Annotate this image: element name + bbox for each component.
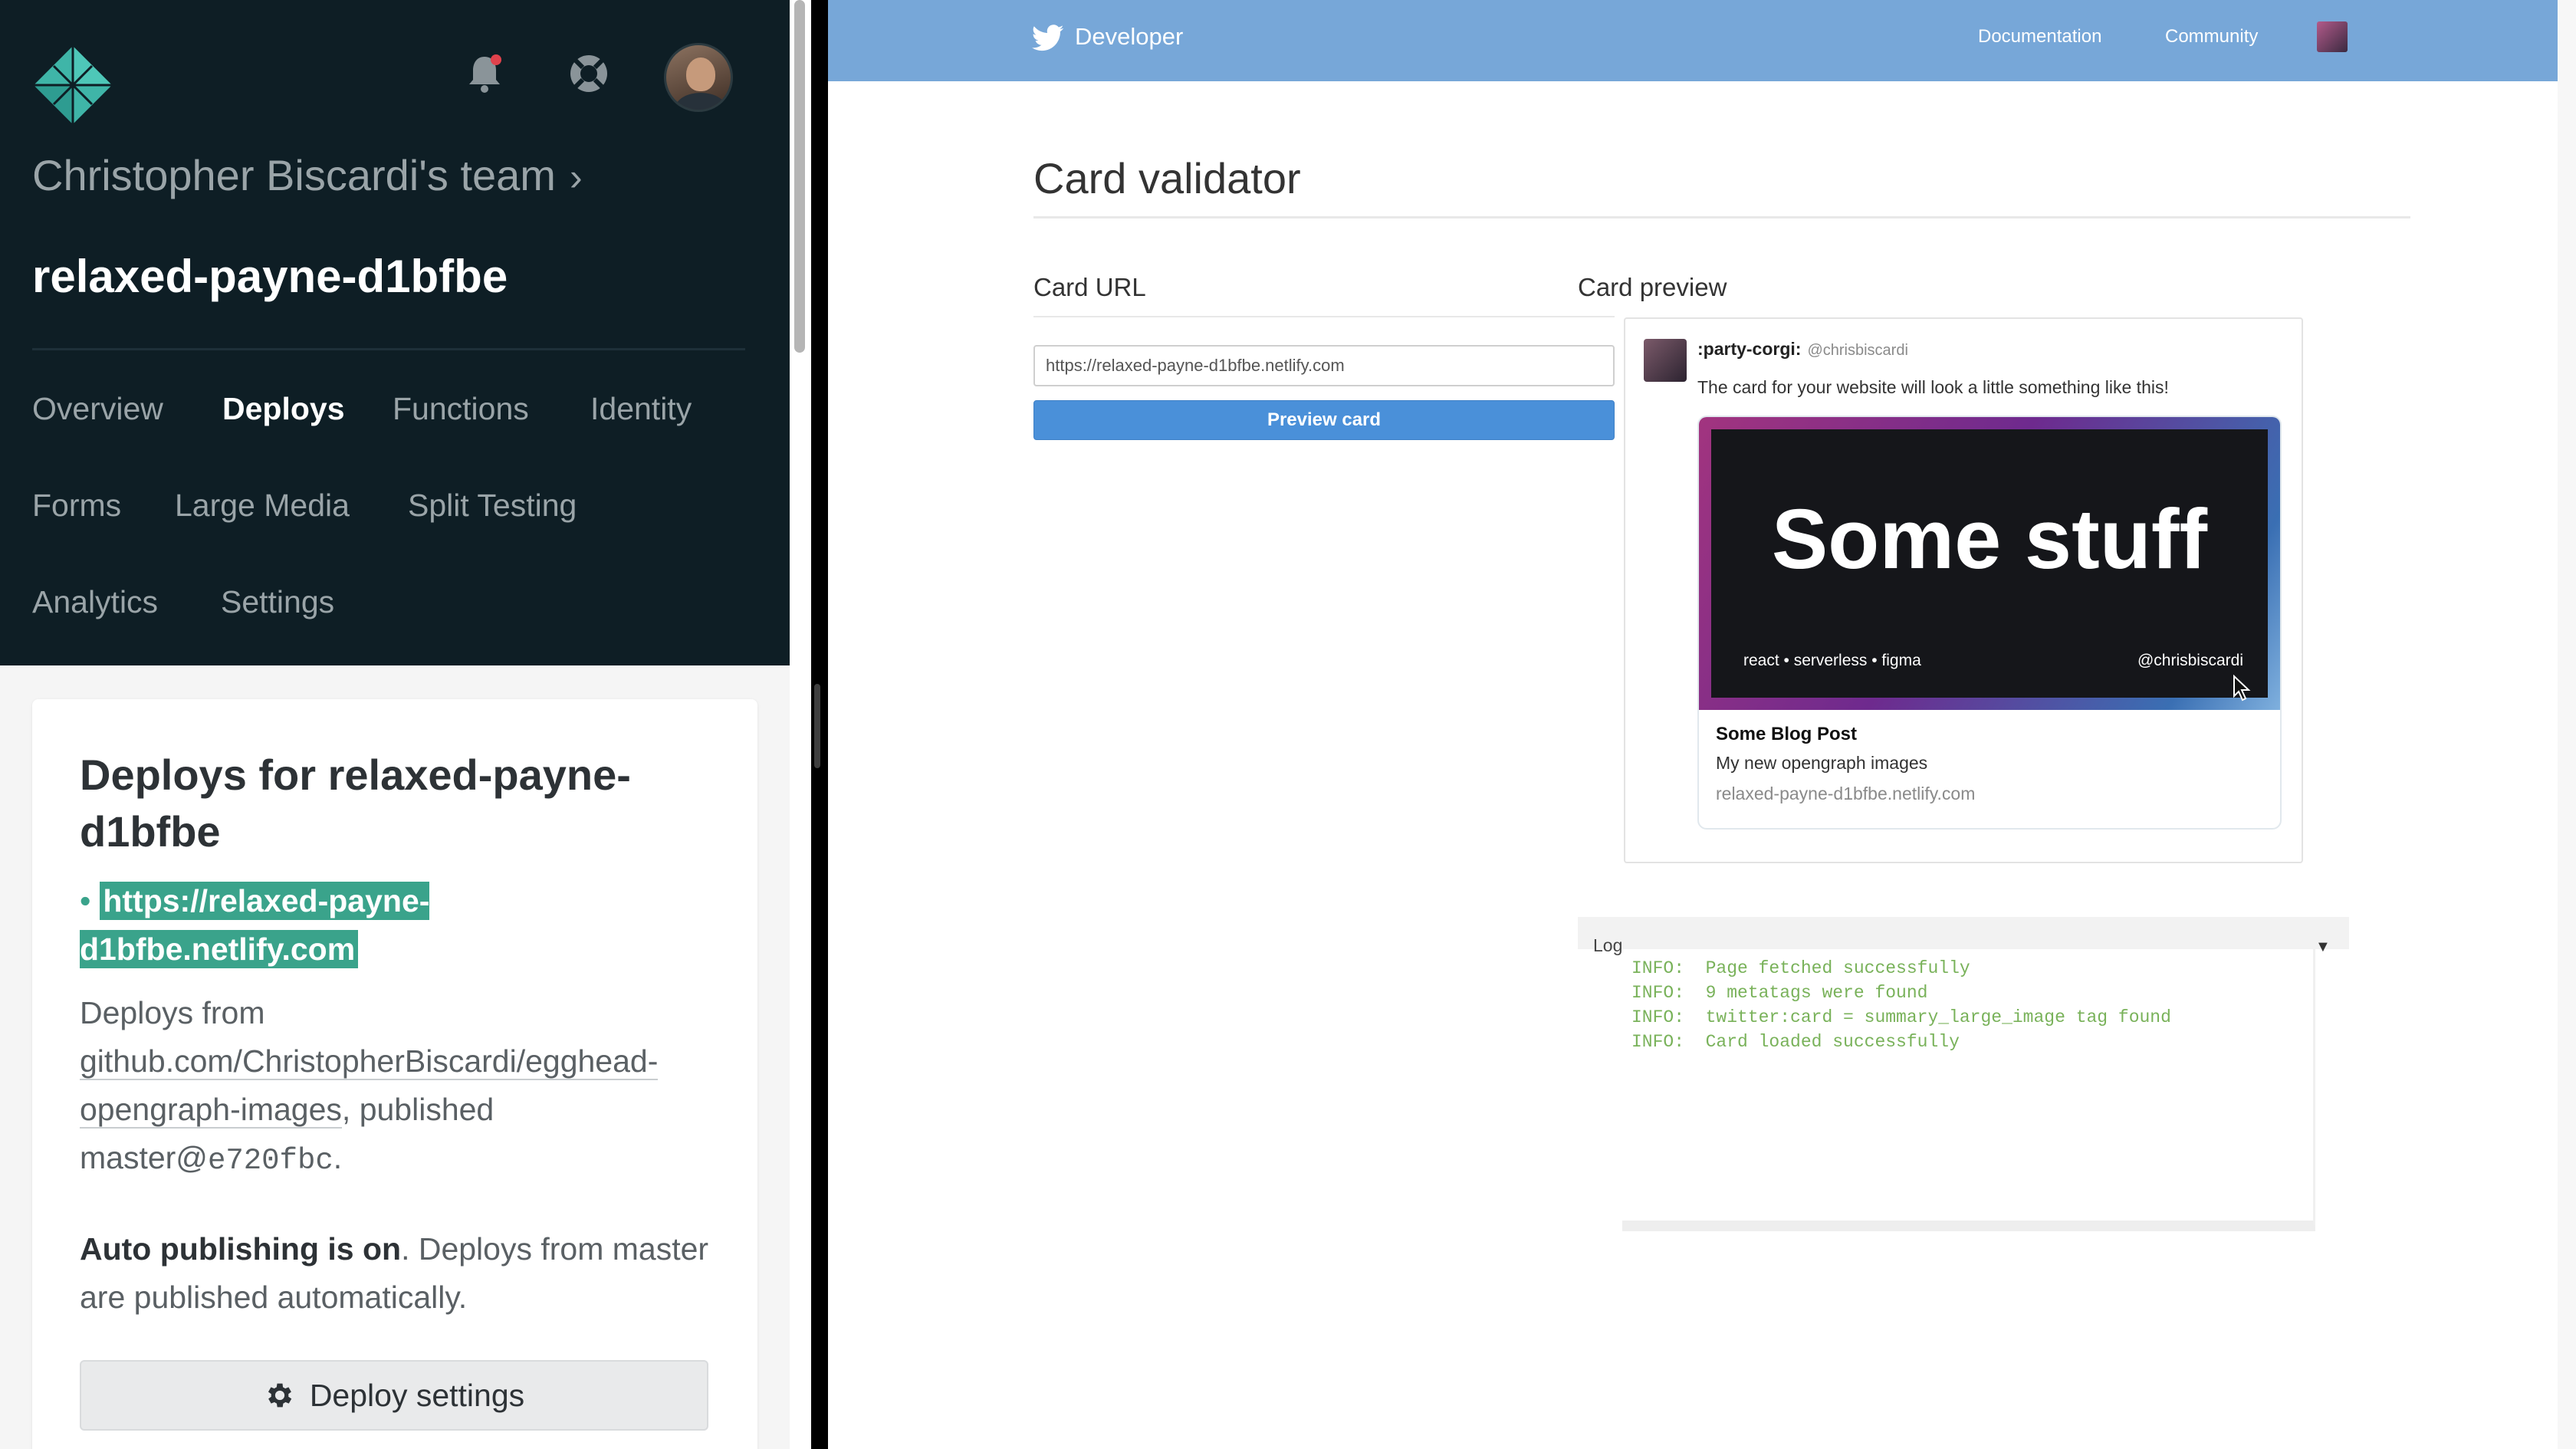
tweet-avatar bbox=[1644, 339, 1687, 382]
nav-functions[interactable]: Functions bbox=[393, 391, 529, 427]
tweet-author: :party-corgi: @chrisbiscardi bbox=[1697, 339, 1908, 360]
twitter-dev-pane: Developer Documentation Community Card v… bbox=[828, 0, 2576, 1449]
nav-identity[interactable]: Identity bbox=[590, 391, 692, 427]
log-line: INFO: Card loaded successfully bbox=[1631, 1032, 1960, 1052]
split-resize-handle[interactable] bbox=[814, 684, 820, 768]
site-title: relaxed-payne-d1bfbe bbox=[32, 251, 508, 302]
commit-hash[interactable]: e720fbc bbox=[208, 1144, 334, 1178]
og-image-tags: react • serverless • figma bbox=[1743, 652, 1921, 669]
nav-forms[interactable]: Forms bbox=[32, 488, 121, 524]
tweet-text: The card for your website will look a li… bbox=[1697, 377, 2169, 397]
deploys-from-prefix: Deploys from bbox=[80, 995, 265, 1030]
chevron-right-icon: › bbox=[569, 156, 583, 199]
nav-deploys[interactable]: Deploys bbox=[222, 391, 345, 427]
tweet-display-name: :party-corgi: bbox=[1697, 339, 1802, 359]
auto-publish-status: Auto publishing is on bbox=[80, 1231, 402, 1267]
left-scrollbar-thumb[interactable] bbox=[794, 0, 805, 353]
og-image: Some stuff react • serverless • figma @c… bbox=[1699, 417, 2280, 710]
bell-icon[interactable] bbox=[462, 51, 508, 97]
og-image-inner: Some stuff react • serverless • figma @c… bbox=[1711, 429, 2268, 698]
site-url-link[interactable]: https://relaxed-payne-d1bfbe.netlify.com bbox=[80, 882, 430, 968]
user-avatar[interactable] bbox=[664, 43, 733, 112]
tweet-handle: @chrisbiscardi bbox=[1807, 342, 1908, 359]
card-preview-box: :party-corgi: @chrisbiscardi The card for… bbox=[1624, 317, 2303, 863]
title-divider bbox=[1033, 216, 2410, 219]
netlify-pane: Christopher Biscardi's team › relaxed-pay… bbox=[0, 0, 790, 1449]
nav-large-media[interactable]: Large Media bbox=[175, 488, 350, 524]
card-url-input[interactable] bbox=[1033, 345, 1615, 386]
auto-publish-text: Auto publishing is on. Deploys from mast… bbox=[80, 1225, 739, 1322]
twitter-user-avatar[interactable] bbox=[2317, 21, 2348, 52]
deploys-card: Deploys for relaxed-payne-d1bfbe • https:… bbox=[32, 699, 757, 1449]
og-image-handle: @chrisbiscardi bbox=[2137, 652, 2243, 669]
log-line: INFO: Page fetched successfully bbox=[1631, 958, 1970, 978]
log-label: Log bbox=[1593, 935, 1623, 955]
deploy-settings-label: Deploy settings bbox=[309, 1377, 525, 1413]
nav-settings[interactable]: Settings bbox=[221, 584, 334, 620]
deploy-settings-button[interactable]: Deploy settings bbox=[80, 1360, 708, 1431]
nav-documentation[interactable]: Documentation bbox=[1978, 26, 2101, 48]
twitter-bird-icon[interactable] bbox=[1032, 25, 1064, 52]
card-preview-label: Card preview bbox=[1578, 273, 1727, 301]
mouse-pointer-icon bbox=[2233, 675, 2251, 702]
log-line: INFO: 9 metatags were found bbox=[1631, 983, 1928, 1003]
og-card-description: My new opengraph images bbox=[1716, 753, 1928, 773]
twitter-topbar: Developer Documentation Community bbox=[828, 0, 2558, 81]
published-text: , published bbox=[341, 1092, 495, 1127]
team-name: Christopher Biscardi's team bbox=[32, 151, 556, 199]
nav-overview[interactable]: Overview bbox=[32, 391, 163, 427]
period: . bbox=[333, 1140, 343, 1175]
card-url-divider bbox=[1033, 316, 1615, 317]
og-card-title: Some Blog Post bbox=[1716, 724, 1858, 744]
nav-community[interactable]: Community bbox=[2165, 26, 2258, 48]
deploys-card-title: Deploys for relaxed-payne-d1bfbe bbox=[80, 751, 631, 856]
log-header[interactable] bbox=[1578, 917, 2349, 949]
opengraph-card[interactable]: Some stuff react • serverless • figma @c… bbox=[1697, 416, 2282, 830]
deploys-from-text: Deploys from github.com/ChristopherBisca… bbox=[80, 989, 739, 1185]
branch-label: master@ bbox=[80, 1140, 208, 1175]
nav-analytics[interactable]: Analytics bbox=[32, 584, 158, 620]
og-image-headline: Some stuff bbox=[1771, 492, 2208, 586]
page-title: Card validator bbox=[1033, 154, 1301, 202]
nav-split-testing[interactable]: Split Testing bbox=[408, 488, 577, 524]
og-card-domain: relaxed-payne-d1bfbe.netlify.com bbox=[1716, 784, 1976, 803]
site-header: Christopher Biscardi's team › relaxed-pay… bbox=[0, 0, 790, 665]
header-divider bbox=[32, 348, 745, 350]
netlify-logo-icon[interactable] bbox=[31, 43, 115, 127]
gear-icon bbox=[268, 1383, 292, 1408]
bullet-icon: • bbox=[80, 883, 91, 918]
log-line: INFO: twitter:card = summary_large_image… bbox=[1631, 1007, 2171, 1027]
preview-card-button[interactable]: Preview card bbox=[1033, 400, 1615, 440]
team-breadcrumb[interactable]: Christopher Biscardi's team › bbox=[32, 150, 583, 200]
right-scrollbar-track bbox=[2558, 0, 2576, 1449]
developer-brand[interactable]: Developer bbox=[1075, 23, 1183, 51]
lifebuoy-icon[interactable] bbox=[566, 51, 612, 97]
card-url-label: Card URL bbox=[1033, 273, 1146, 301]
log-toggle-icon[interactable]: ▼ bbox=[2315, 938, 2331, 956]
site-url-item: • https://relaxed-payne-d1bfbe.netlify.co… bbox=[80, 877, 540, 974]
